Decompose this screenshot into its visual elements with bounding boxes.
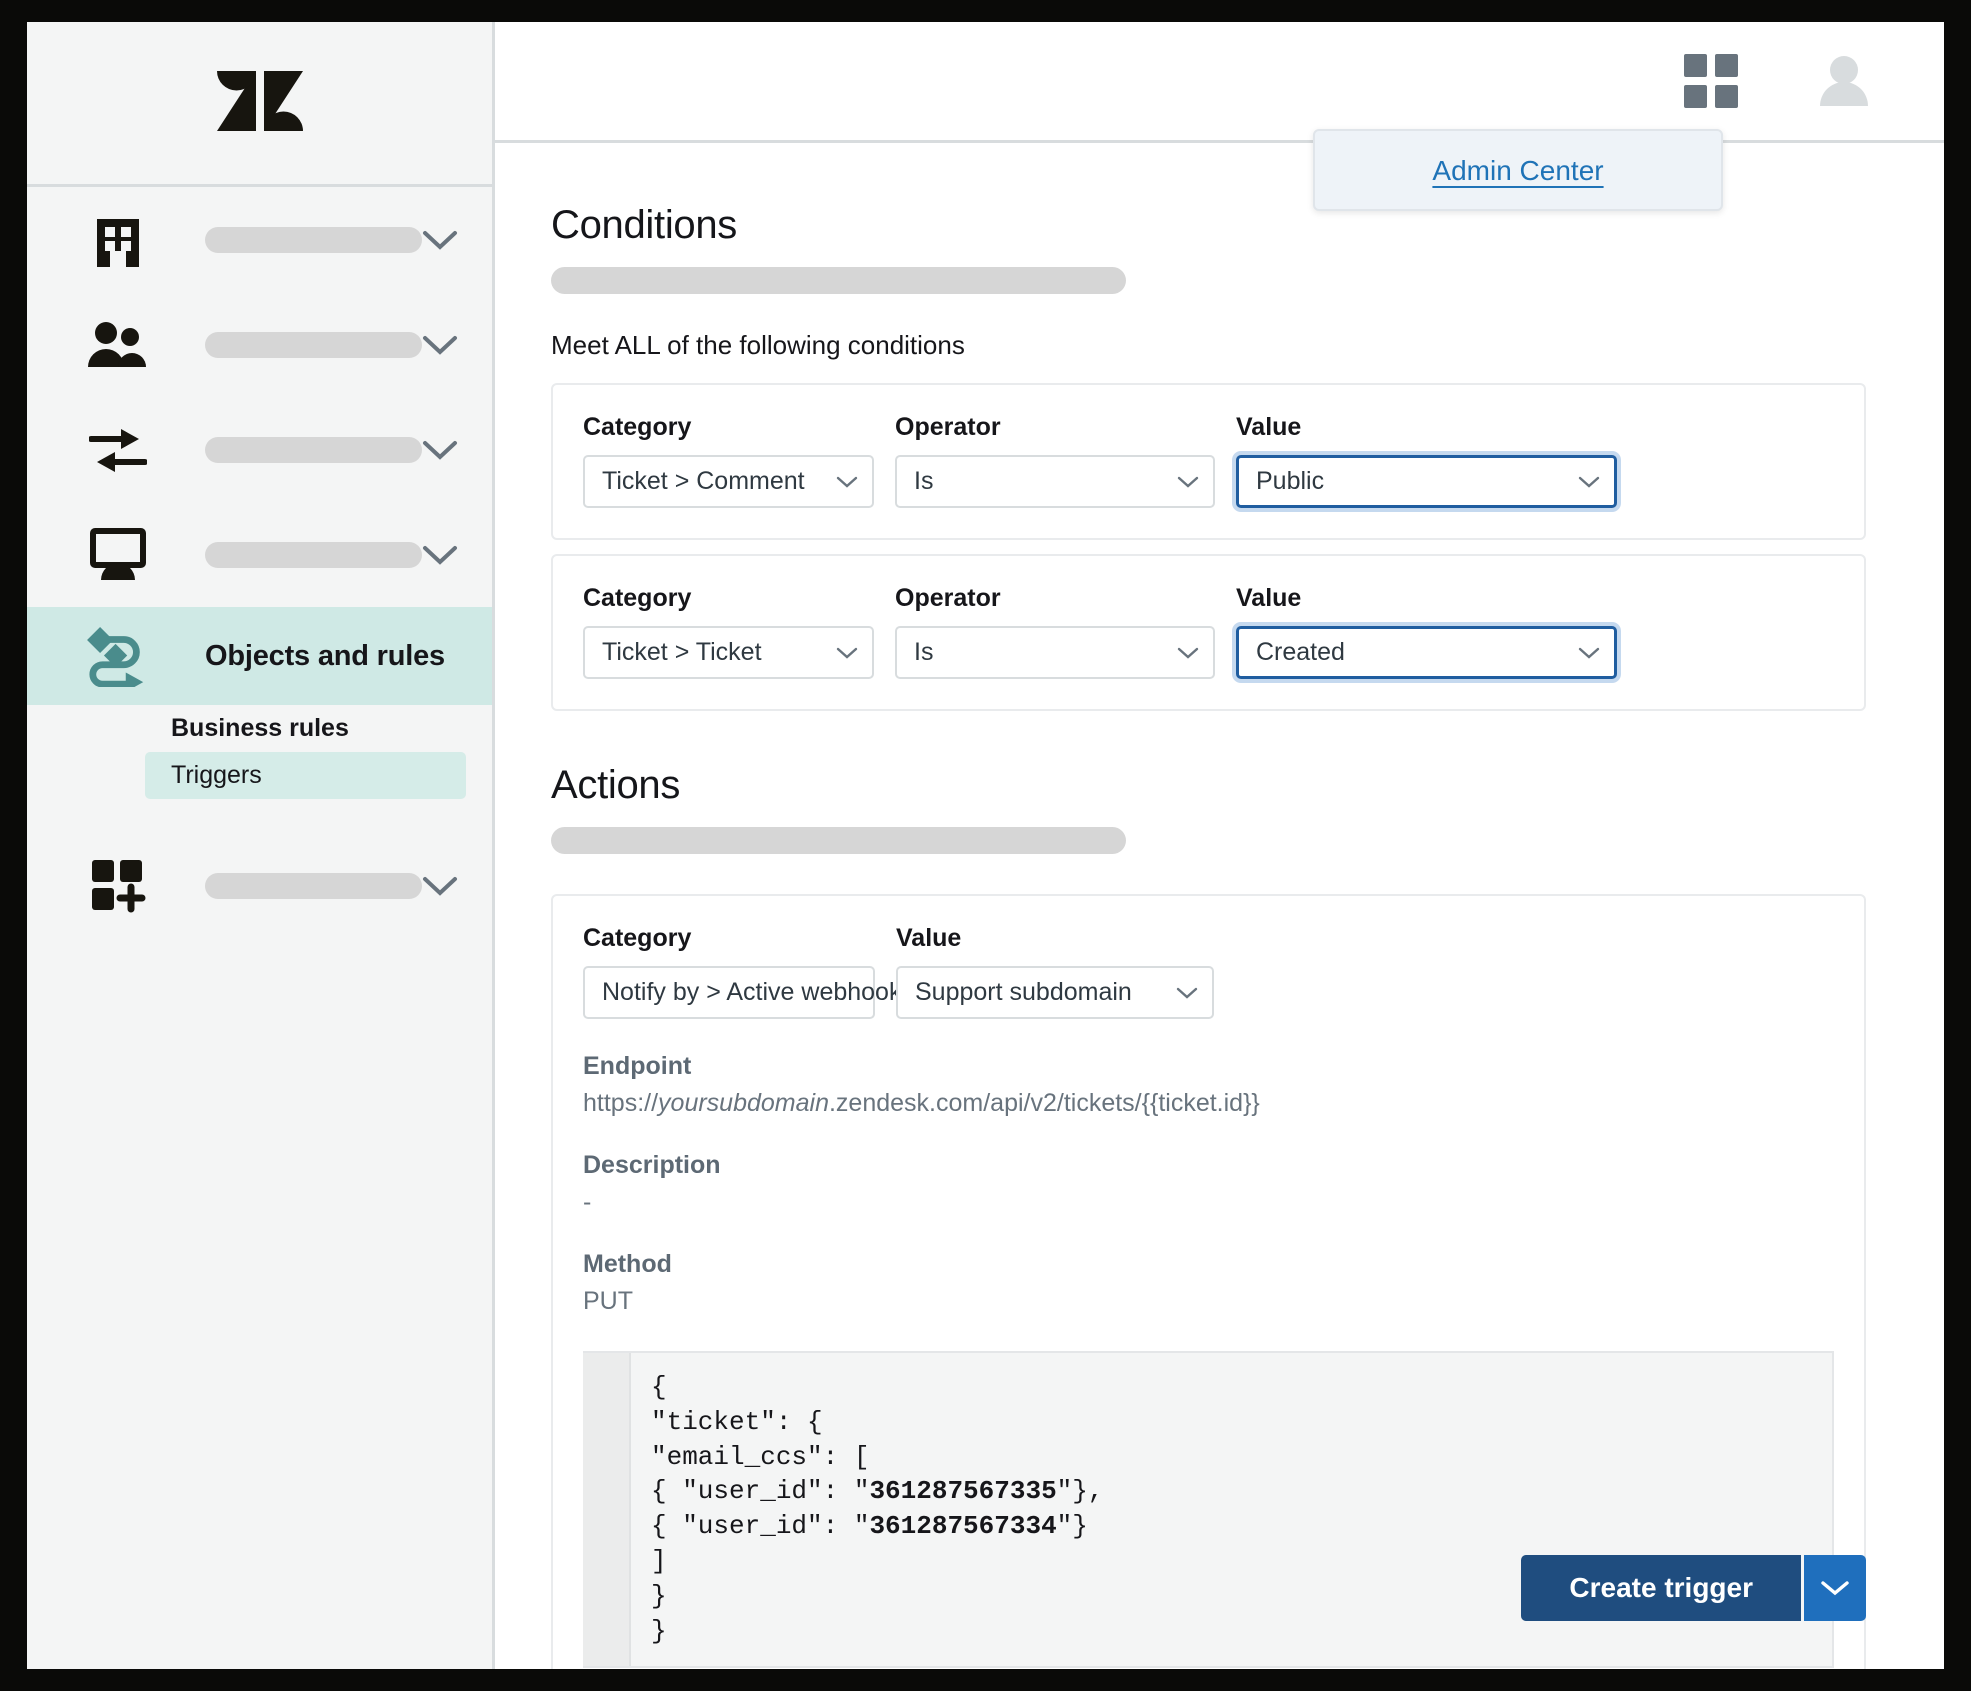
chevron-down-icon	[1578, 467, 1600, 496]
chevron-down-icon	[1821, 1581, 1849, 1596]
actions-subtitle-placeholder	[551, 827, 1126, 854]
sidebar-item-label-placeholder	[205, 541, 422, 568]
zendesk-logo-icon[interactable]	[216, 61, 303, 146]
content-scroll-area: Conditions Meet ALL of the following con…	[495, 143, 1944, 1669]
sidebar-item-apps[interactable]	[27, 833, 492, 938]
condition-2-category-field: Category Ticket > Ticket	[583, 584, 874, 679]
create-trigger-button[interactable]: Create trigger	[1521, 1555, 1801, 1621]
action-card: Category Notify by > Active webhook Valu…	[551, 894, 1866, 1669]
condition-2-category-value: Ticket > Ticket	[602, 638, 762, 666]
endpoint-label: Endpoint	[583, 1052, 692, 1080]
action-category-select[interactable]: Notify by > Active webhook	[583, 966, 933, 1019]
field-label-category: Category	[583, 584, 692, 612]
chevron-down-icon	[836, 638, 858, 667]
chevron-down-icon	[836, 467, 858, 496]
condition-1-category-value: Ticket > Comment	[602, 467, 805, 495]
apps-add-icon	[87, 855, 149, 917]
main-area: Admin Center Conditions Meet ALL of the …	[495, 22, 1944, 1669]
field-label-category: Category	[583, 413, 692, 441]
people-icon	[87, 314, 149, 376]
chevron-down-icon	[1578, 638, 1600, 667]
sidebar-subitem-triggers[interactable]: Triggers	[145, 752, 466, 799]
sidebar-item-monitor[interactable]	[27, 502, 492, 607]
sidebar-item-label-placeholder	[205, 331, 422, 358]
field-label-category: Category	[583, 924, 692, 952]
create-trigger-dropdown-button[interactable]	[1804, 1555, 1866, 1621]
actions-heading: Actions	[551, 763, 681, 807]
sidebar-item-building[interactable]	[27, 187, 492, 292]
sidebar: Objects and rules Business rules Trigger…	[27, 22, 495, 1669]
condition-1-value-select[interactable]: Public	[1236, 455, 1617, 508]
code-gutter	[583, 1353, 631, 1666]
zendesk-admin-app: Objects and rules Business rules Trigger…	[27, 22, 1944, 1669]
monitor-icon	[87, 524, 149, 586]
admin-center-link[interactable]: Admin Center	[1432, 155, 1603, 186]
endpoint-prefix: https://	[583, 1089, 659, 1117]
chevron-down-icon[interactable]	[422, 334, 458, 356]
sidebar-item-label-placeholder	[205, 226, 422, 253]
condition-1-category-select[interactable]: Ticket > Comment	[583, 455, 874, 508]
condition-1-value-field: Value Public	[1236, 413, 1617, 508]
description-label: Description	[583, 1151, 721, 1179]
condition-2-operator-field: Operator Is	[895, 584, 1215, 679]
condition-2-value-select[interactable]: Created	[1236, 626, 1617, 679]
footer-actions: Create trigger	[1521, 1555, 1866, 1621]
condition-2-operator-value: Is	[914, 638, 934, 666]
endpoint-suffix: .zendesk.com/api/v2/tickets/{{ticket.id}…	[828, 1089, 1260, 1117]
sidebar-item-label-placeholder	[205, 872, 422, 899]
action-value-select[interactable]: Support subdomain	[896, 966, 1214, 1019]
condition-2-value-value: Created	[1256, 638, 1345, 666]
condition-row-2: Category Ticket > Ticket Operator Is Val…	[551, 554, 1866, 711]
workflow-icon	[87, 625, 149, 687]
chevron-down-icon[interactable]	[422, 875, 458, 897]
field-label-value: Value	[896, 924, 962, 952]
field-label-value: Value	[1236, 584, 1302, 612]
method-value: PUT	[583, 1287, 633, 1315]
chevron-down-icon[interactable]	[422, 544, 458, 566]
sidebar-subitem-business-rules[interactable]: Business rules	[145, 705, 466, 752]
condition-1-operator-select[interactable]: Is	[895, 455, 1215, 508]
condition-2-operator-select[interactable]: Is	[895, 626, 1215, 679]
chevron-down-icon[interactable]	[422, 439, 458, 461]
sidebar-item-label: Objects and rules	[205, 639, 445, 672]
sidebar-logo-area	[27, 22, 492, 187]
action-category-value: Notify by > Active webhook	[602, 978, 902, 1006]
chevron-down-icon	[1177, 638, 1199, 667]
admin-center-dropdown: Admin Center	[1313, 129, 1723, 211]
condition-1-value-value: Public	[1256, 467, 1325, 495]
chevron-down-icon	[1177, 467, 1199, 496]
condition-row-1: Category Ticket > Comment Operator Is Va…	[551, 383, 1866, 540]
chevron-down-icon[interactable]	[422, 229, 458, 251]
top-bar	[495, 22, 1944, 143]
user-avatar-icon[interactable]	[1816, 54, 1872, 108]
condition-1-category-field: Category Ticket > Comment	[583, 413, 874, 508]
sidebar-item-transfer[interactable]	[27, 397, 492, 502]
condition-2-category-select[interactable]: Ticket > Ticket	[583, 626, 874, 679]
condition-1-operator-value: Is	[914, 467, 934, 495]
conditions-meet-text: Meet ALL of the following conditions	[551, 330, 965, 360]
condition-1-operator-field: Operator Is	[895, 413, 1215, 508]
sidebar-item-label-placeholder	[205, 436, 422, 463]
action-category-field: Category Notify by > Active webhook	[583, 924, 933, 1019]
chevron-down-icon	[1176, 978, 1198, 1007]
field-label-value: Value	[1236, 413, 1302, 441]
endpoint-value: https://yoursubdomain.zendesk.com/api/v2…	[583, 1089, 1834, 1118]
condition-2-value-field: Value Created	[1236, 584, 1617, 679]
transfer-icon	[87, 419, 149, 481]
description-value: -	[583, 1188, 592, 1216]
screenshot-frame: Objects and rules Business rules Trigger…	[0, 0, 1971, 1691]
conditions-subtitle-placeholder	[551, 267, 1126, 294]
sidebar-item-people[interactable]	[27, 292, 492, 397]
field-label-operator: Operator	[895, 413, 1001, 441]
action-value-value: Support subdomain	[915, 978, 1132, 1006]
field-label-operator: Operator	[895, 584, 1001, 612]
apps-grid-icon[interactable]	[1684, 54, 1738, 108]
method-label: Method	[583, 1250, 672, 1278]
action-value-field: Value Support subdomain	[896, 924, 1214, 1019]
endpoint-subdomain: yoursubdomain	[658, 1089, 829, 1117]
sidebar-item-objects-and-rules[interactable]: Objects and rules	[27, 607, 492, 705]
building-icon	[87, 209, 149, 271]
